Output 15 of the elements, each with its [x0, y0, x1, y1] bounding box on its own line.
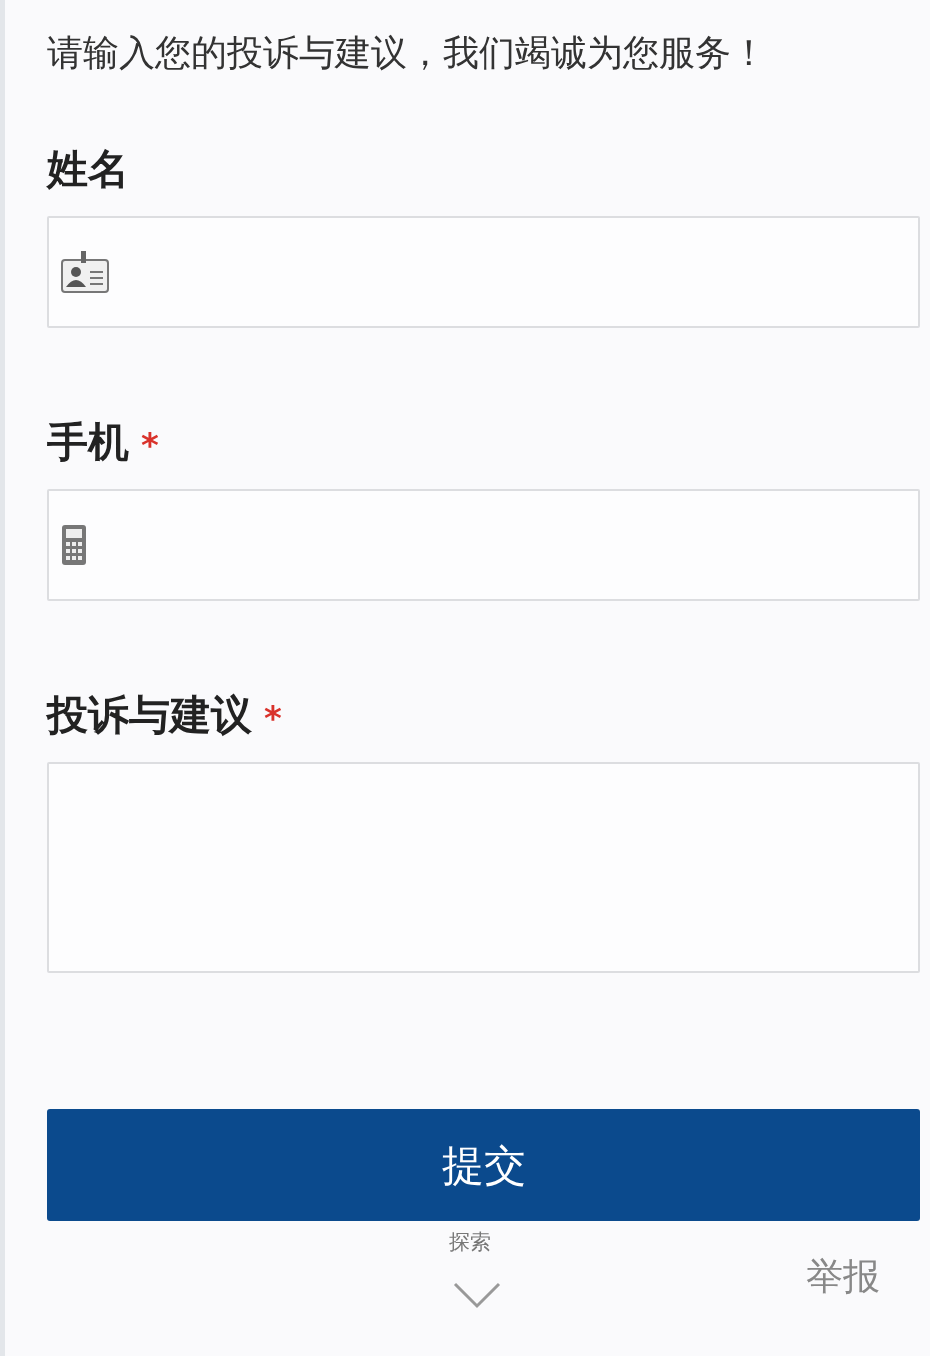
phone-icon	[61, 524, 87, 567]
explore-link[interactable]: 探索	[449, 1227, 491, 1259]
input-field[interactable]	[47, 489, 920, 602]
input-field[interactable]	[47, 216, 920, 328]
required-mark: *	[264, 697, 282, 738]
id-card-icon	[61, 250, 109, 294]
field-label: 手机	[47, 418, 129, 466]
chevron-down-icon[interactable]	[452, 1281, 502, 1310]
report-link[interactable]: 举报	[806, 1249, 880, 1305]
field-label: 投诉与建议	[47, 691, 252, 740]
required-mark: *	[141, 424, 159, 465]
intro-text: 请输入您的投诉与建议，我们竭诚为您服务！	[47, 31, 768, 75]
text-area[interactable]	[47, 762, 920, 974]
field-label: 姓名	[47, 144, 129, 193]
submit-button[interactable]: 提交	[47, 1109, 920, 1222]
